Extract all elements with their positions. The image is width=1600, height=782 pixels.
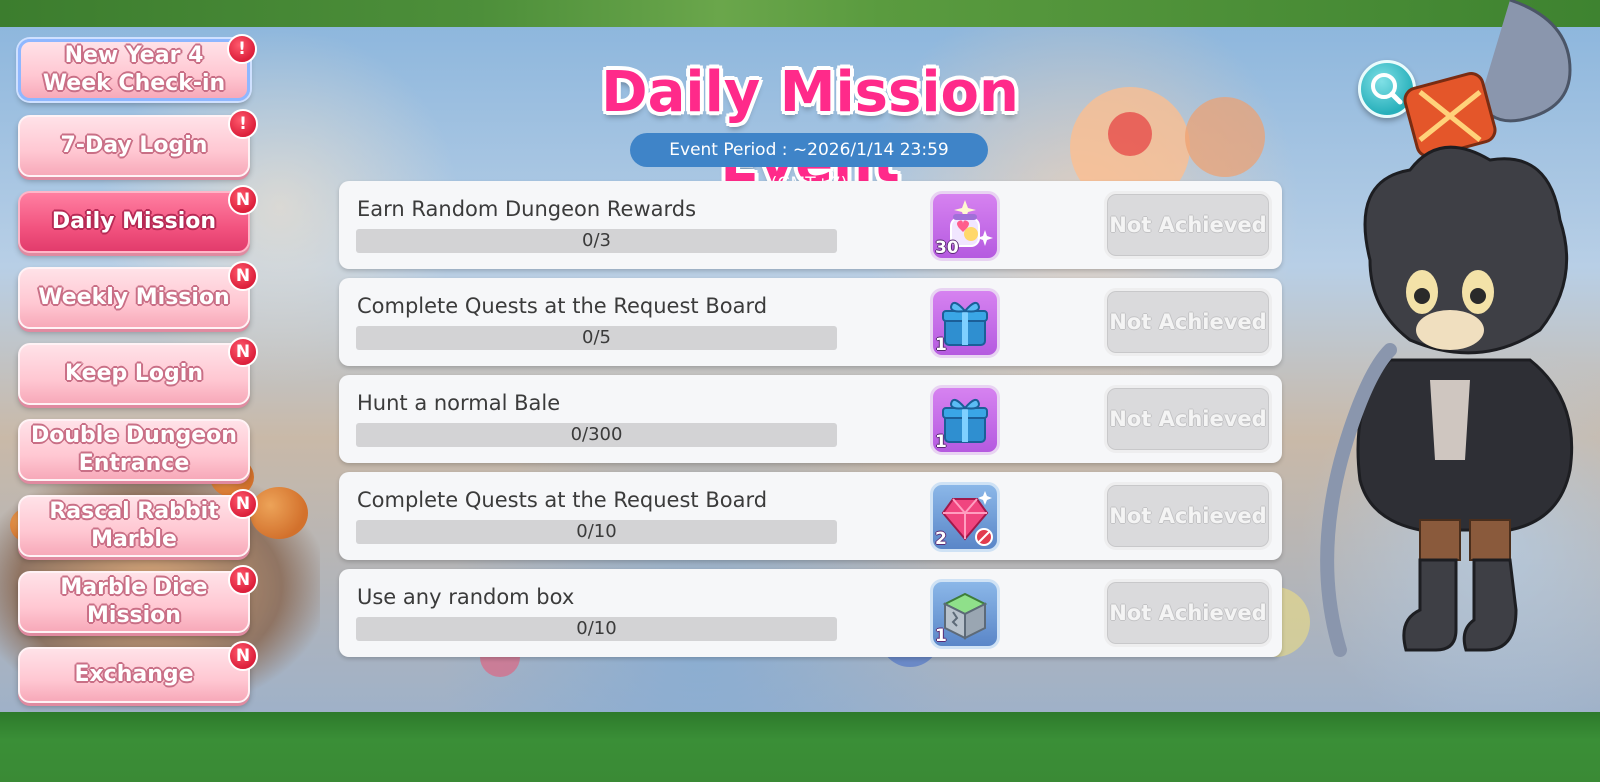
reward-slot[interactable]: 2 bbox=[930, 482, 1000, 552]
mission-progress-bar: 0/3 bbox=[356, 229, 837, 253]
mission-progress-bar: 0/10 bbox=[356, 520, 837, 544]
reward-quantity: 30 bbox=[935, 238, 959, 258]
mascot-boot-left bbox=[1402, 558, 1458, 652]
sidebar-item-label: Marble Dice Mission bbox=[60, 575, 208, 628]
reward-quantity: 1 bbox=[935, 432, 947, 452]
mission-progress-text: 0/300 bbox=[570, 424, 623, 445]
sidebar-item-label: Daily Mission bbox=[51, 209, 217, 234]
event-period-label: Event Period : ~2026/1/14 23:59 (GMT+7) bbox=[630, 133, 988, 194]
mission-row: Hunt a normal Bale 0/300 1 Not Achieved bbox=[339, 375, 1282, 463]
sidebar-item-rascal-rabbit-marble[interactable]: Rascal Rabbit Marble N bbox=[18, 489, 258, 557]
mission-row: Complete Quests at the Request Board 0/5… bbox=[339, 278, 1282, 366]
mission-progress-text: 0/10 bbox=[576, 521, 617, 542]
sidebar-item-new-year-check-in[interactable]: New Year 4 Week Check-in ! bbox=[18, 34, 257, 101]
new-badge: N bbox=[228, 337, 258, 367]
mission-description: Use any random box bbox=[357, 585, 575, 609]
mission-row: Complete Quests at the Request Board 0/1… bbox=[339, 472, 1282, 560]
not-achieved-button[interactable]: Not Achieved bbox=[1104, 579, 1272, 647]
mission-description: Earn Random Dungeon Rewards bbox=[357, 197, 697, 221]
sidebar-item-exchange[interactable]: Exchange N bbox=[18, 641, 258, 703]
reward-quantity: 2 bbox=[935, 529, 947, 549]
new-badge: N bbox=[228, 641, 258, 671]
sidebar-item-marble-dice-mission[interactable]: Marble Dice Mission N bbox=[18, 565, 258, 633]
sidebar-item-label: Rascal Rabbit Marble bbox=[49, 499, 219, 552]
sidebar-item-label: Double Dungeon Entrance bbox=[31, 423, 237, 476]
not-achieved-button[interactable]: Not Achieved bbox=[1104, 385, 1272, 453]
page-title: Daily Mission Event bbox=[601, 60, 1019, 195]
mission-progress-text: 0/5 bbox=[582, 327, 611, 348]
mascot-pupil bbox=[1470, 288, 1486, 304]
not-achieved-button[interactable]: Not Achieved bbox=[1104, 482, 1272, 550]
mascot-shirt bbox=[1430, 380, 1470, 460]
alert-badge: ! bbox=[228, 109, 258, 139]
reward-slot[interactable]: 1 bbox=[930, 288, 1000, 358]
reward-quantity: 1 bbox=[935, 335, 947, 355]
pumpkin-icon bbox=[250, 487, 308, 539]
mascot-pupil bbox=[1414, 288, 1430, 304]
reward-slot[interactable]: 30 bbox=[930, 191, 1000, 261]
reward-quantity: 1 bbox=[935, 626, 947, 646]
mission-progress-text: 0/10 bbox=[576, 618, 617, 639]
reward-slot[interactable]: 1 bbox=[930, 579, 1000, 649]
not-achieved-button[interactable]: Not Achieved bbox=[1104, 288, 1272, 356]
new-badge: N bbox=[228, 565, 258, 595]
mission-progress-text: 0/3 bbox=[582, 230, 611, 251]
sidebar-item-daily-mission[interactable]: Daily Mission N bbox=[18, 185, 258, 253]
new-badge: N bbox=[228, 185, 258, 215]
mission-progress-bar: 0/300 bbox=[356, 423, 837, 447]
curled-tail-hat bbox=[1478, 0, 1572, 123]
not-achieved-button[interactable]: Not Achieved bbox=[1104, 191, 1272, 259]
reward-slot[interactable]: 1 bbox=[930, 385, 1000, 455]
sidebar-item-double-dungeon-entrance[interactable]: Double Dungeon Entrance bbox=[18, 419, 250, 481]
alert-badge: ! bbox=[227, 34, 257, 64]
sidebar-item-7-day-login[interactable]: 7-Day Login ! bbox=[18, 109, 258, 177]
sidebar-item-label: New Year 4 Week Check-in bbox=[42, 43, 226, 96]
sidebar-item-keep-login[interactable]: Keep Login N bbox=[18, 337, 258, 405]
clown-nose-decoration bbox=[1108, 112, 1152, 156]
mission-description: Complete Quests at the Request Board bbox=[357, 488, 768, 512]
mascot-boot-right bbox=[1462, 558, 1518, 652]
mascot-muzzle bbox=[1416, 310, 1484, 350]
mission-description: Complete Quests at the Request Board bbox=[357, 294, 768, 318]
mission-row: Earn Random Dungeon Rewards 0/3 30 Not A… bbox=[339, 181, 1282, 269]
sidebar-item-label: Weekly Mission bbox=[38, 285, 230, 310]
bottom-background-strip bbox=[0, 712, 1600, 782]
mission-description: Hunt a normal Bale bbox=[357, 391, 561, 415]
cat-mascot-illustration bbox=[1320, 0, 1574, 657]
clown-decoration bbox=[1185, 97, 1265, 177]
sidebar-item-weekly-mission[interactable]: Weekly Mission N bbox=[18, 261, 258, 329]
mission-progress-bar: 0/5 bbox=[356, 326, 837, 350]
sidebar-item-label: Keep Login bbox=[65, 361, 203, 386]
new-badge: N bbox=[228, 489, 258, 519]
mission-progress-bar: 0/10 bbox=[356, 617, 837, 641]
sidebar-item-label: Exchange bbox=[74, 662, 194, 687]
mission-row: Use any random box 0/10 1 Not Achieved bbox=[339, 569, 1282, 657]
new-badge: N bbox=[228, 261, 258, 291]
sidebar-item-label: 7-Day Login bbox=[60, 133, 208, 158]
